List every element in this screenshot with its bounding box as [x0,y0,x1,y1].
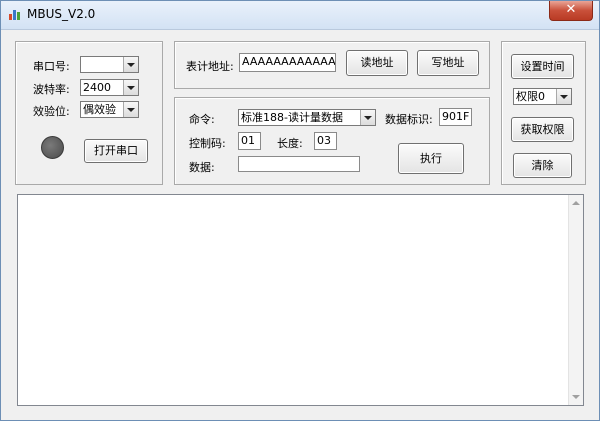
command-select[interactable]: 标准188-读计量数据 [238,109,376,126]
baud-value: 2400 [83,81,111,94]
clear-button[interactable]: 清除 [513,153,572,178]
close-button[interactable]: ✕ [549,1,593,21]
set-time-button[interactable]: 设置时间 [511,54,574,79]
window-title: MBUS_V2.0 [27,7,96,21]
data-id-label: 数据标识: [385,113,433,126]
address-label: 表计地址: [186,60,234,73]
open-port-button[interactable]: 打开串口 [84,139,148,163]
port-select[interactable] [80,56,139,73]
vertical-scrollbar[interactable] [568,195,583,405]
port-label: 串口号: [33,60,70,73]
parity-label: 效验位: [33,105,70,118]
length-label: 长度: [277,137,303,150]
title-bar: MBUS_V2.0 ✕ [1,1,599,30]
baud-label: 波特率: [33,83,70,96]
chevron-down-icon [360,110,375,125]
write-address-button[interactable]: 写地址 [417,50,479,76]
permission-value: 权限0 [516,90,545,103]
output-textarea[interactable] [17,194,584,406]
chevron-down-icon [123,57,138,72]
get-permission-button[interactable]: 获取权限 [511,117,574,142]
control-code-input[interactable]: 01 [238,132,261,150]
permission-select[interactable]: 权限0 [513,88,572,105]
scroll-up-icon[interactable] [572,201,580,205]
command-label: 命令: [189,113,215,126]
read-address-button[interactable]: 读地址 [346,50,408,76]
status-led-icon [41,136,64,159]
length-input[interactable]: 03 [314,132,337,150]
execute-button[interactable]: 执行 [398,143,464,174]
chevron-down-icon [123,102,138,117]
baud-select[interactable]: 2400 [80,79,139,96]
app-icon [9,10,20,20]
parity-value: 偶效验 [83,103,116,116]
data-label: 数据: [189,161,215,174]
data-input[interactable] [238,156,360,172]
scroll-down-icon[interactable] [572,395,580,399]
data-id-input[interactable]: 901F [439,108,472,126]
chevron-down-icon [123,80,138,95]
address-input[interactable]: AAAAAAAAAAAAAA [239,53,336,72]
main-window: MBUS_V2.0 ✕ 串口号: 波特率: 2400 效验位: 偶效验 打开串口… [0,0,600,421]
command-value: 标准188-读计量数据 [241,111,343,124]
chevron-down-icon [556,89,571,104]
parity-select[interactable]: 偶效验 [80,101,139,118]
control-code-label: 控制码: [189,137,226,150]
